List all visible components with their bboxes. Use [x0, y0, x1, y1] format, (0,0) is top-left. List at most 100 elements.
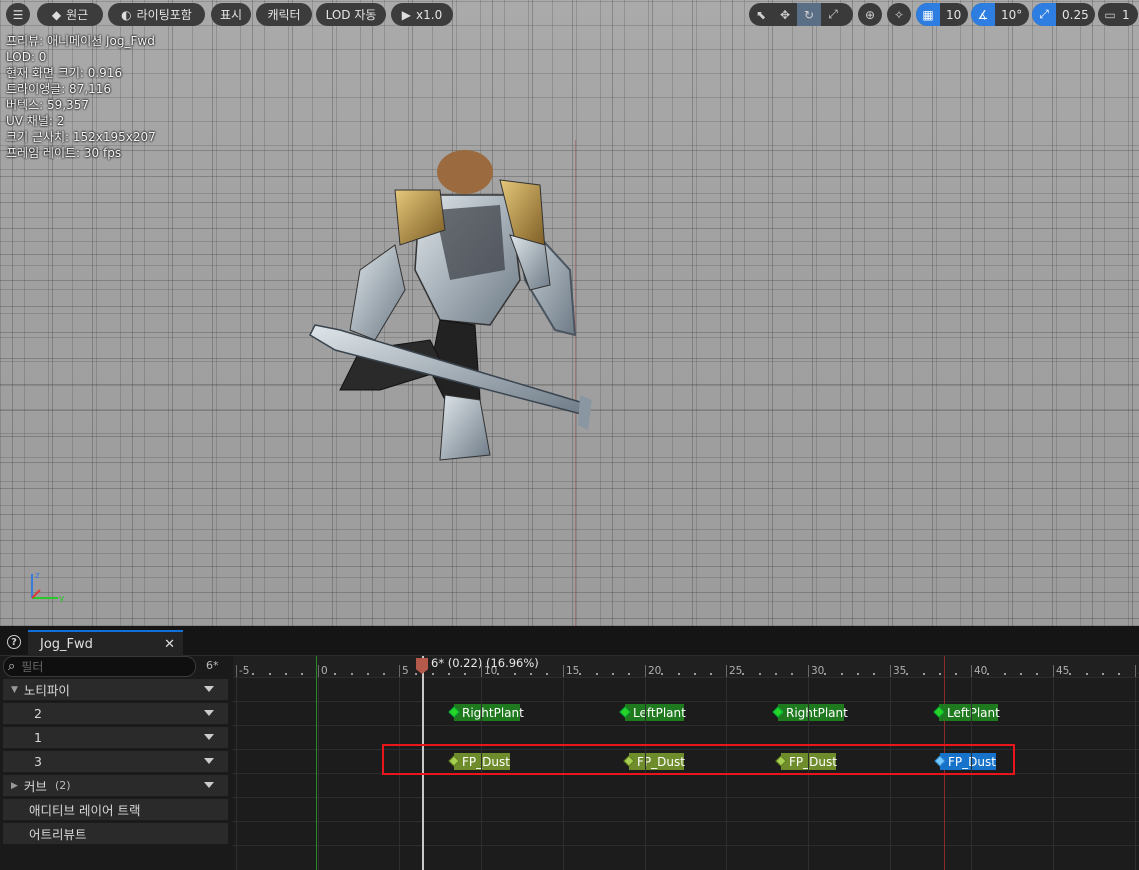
collapse-triangle-icon[interactable]: ▼: [11, 685, 18, 695]
perspective-button[interactable]: ◆ 원근: [37, 3, 103, 26]
scale-snap-control[interactable]: ⤢ 0.25: [1032, 3, 1095, 26]
ruler-tick: [890, 665, 891, 677]
ruler-tick: [1053, 665, 1054, 677]
ruler-dot: [791, 673, 793, 675]
start-marker: [316, 656, 317, 870]
ruler-tick: [1135, 665, 1136, 677]
floor-grid-line: [772, 0, 773, 626]
ruler-tick: [645, 665, 646, 677]
ruler-dot: [857, 673, 859, 675]
track-2[interactable]: 2: [3, 703, 228, 724]
axis-gizmo: z y: [31, 571, 65, 602]
tab-bar: ? Jog_Fwd ✕: [0, 626, 1139, 657]
ruler-dot: [464, 673, 466, 675]
snap-icon: ✧: [893, 7, 905, 22]
scale-tool-icon[interactable]: ⤢: [821, 3, 845, 26]
menu-button[interactable]: ☰: [6, 3, 30, 26]
chevron-down-icon[interactable]: [204, 686, 214, 692]
floor-grid-line: [932, 0, 933, 626]
camera-speed-control[interactable]: ▭ 1: [1098, 3, 1138, 26]
expand-triangle-icon[interactable]: ▶: [11, 781, 18, 791]
play-speed-button[interactable]: ▶ x1.0: [391, 3, 453, 26]
ruler-dot: [742, 673, 744, 675]
ruler-dot: [514, 673, 516, 675]
floor-grid-line: [0, 488, 1139, 489]
floor-grid-line: [612, 0, 613, 626]
lod-button[interactable]: LOD 자동: [316, 3, 386, 26]
ruler-dot: [824, 673, 826, 675]
stat-line: 프레임 레이트: 30 fps: [6, 146, 122, 160]
ruler-dot: [269, 673, 271, 675]
time-ruler[interactable]: -505101520253035404550: [233, 656, 1139, 677]
ruler-dot: [710, 673, 712, 675]
filter-input[interactable]: ⌕ 필터: [3, 656, 196, 677]
ruler-tick-label: 15: [566, 665, 580, 677]
svg-text:z: z: [35, 571, 40, 581]
ruler-dot: [497, 673, 499, 675]
ruler-dot: [678, 673, 680, 675]
tab-jog-fwd[interactable]: Jog_Fwd ✕: [28, 630, 183, 657]
floor-grid-line: [692, 0, 693, 626]
notify-leftplant[interactable]: LeftPlant: [619, 704, 686, 721]
ruler-dot: [579, 673, 581, 675]
stat-line: 버텍스: 59,357: [6, 98, 89, 112]
viewport[interactable]: ☰ ◆ 원근 ◐ 라이팅포함 표시 캐릭터 LOD 자동 ▶ x1.0 ⬉ ✥ ↻ ⤢…: [0, 0, 1139, 626]
track-3[interactable]: 3: [3, 751, 228, 772]
show-button[interactable]: 표시: [211, 3, 251, 26]
search-icon: ⌕: [8, 659, 16, 674]
ruler-tick-label: 45: [1056, 665, 1070, 677]
track-1[interactable]: 1: [3, 727, 228, 748]
ruler-dot: [432, 673, 434, 675]
stat-line: 트라이앵글: 87,116: [6, 82, 112, 96]
close-icon[interactable]: ✕: [164, 637, 175, 652]
chevron-down-icon[interactable]: [204, 734, 214, 740]
notify-leftplant[interactable]: LeftPlant: [933, 704, 1000, 721]
hamburger-icon: ☰: [12, 7, 24, 22]
track-additive-layer[interactable]: 애디티브 레이어 트랙: [3, 799, 228, 820]
ruler-dot: [923, 673, 925, 675]
globe-icon: ⊕: [864, 7, 876, 22]
track-notifies[interactable]: ▼ 노티파이: [3, 679, 228, 700]
chevron-down-icon[interactable]: [204, 782, 214, 788]
grid-snap-control[interactable]: ▦ 10: [916, 3, 968, 26]
track-attributes[interactable]: 어트리뷰트: [3, 823, 228, 844]
chevron-down-icon[interactable]: [204, 758, 214, 764]
help-icon[interactable]: ?: [7, 635, 21, 649]
floor-grid-line: [292, 0, 293, 626]
surface-snap-toggle[interactable]: ✧: [887, 3, 911, 26]
ruler-dot: [285, 673, 287, 675]
ruler-dot: [383, 673, 385, 675]
ruler-dot: [694, 673, 696, 675]
rotate-tool-icon[interactable]: ↻: [797, 3, 821, 26]
notify-rightplant[interactable]: RightPlant: [772, 704, 848, 721]
ruler-tick: [236, 665, 237, 677]
world-local-toggle[interactable]: ⊕: [858, 3, 882, 26]
ruler-dot: [612, 673, 614, 675]
timeline-grid-line: [236, 677, 237, 870]
track-curves[interactable]: ▶ 커브 (2): [3, 775, 228, 796]
floor-grid-line: [1012, 0, 1013, 626]
rotation-snap-control[interactable]: ∡ 10°: [971, 3, 1029, 26]
select-tool-icon[interactable]: ⬉: [749, 3, 773, 26]
timeline-lane: [233, 773, 1139, 797]
floor-grid-line: [852, 0, 853, 626]
floor-grid-line: [252, 0, 253, 626]
floor-grid-line: [892, 0, 893, 626]
ruler-tick-label: 30: [811, 665, 825, 677]
character-button[interactable]: 캐릭터: [256, 3, 312, 26]
ruler-tick-label: 25: [729, 665, 743, 677]
ruler-dot: [987, 673, 989, 675]
lighting-button[interactable]: ◐ 라이팅포함: [108, 3, 205, 26]
stat-line: UV 채널: 2: [6, 114, 65, 128]
ruler-dot: [252, 673, 254, 675]
move-tool-icon[interactable]: ✥: [773, 3, 797, 26]
ruler-dot: [530, 673, 532, 675]
ruler-dot: [759, 673, 761, 675]
chevron-down-icon[interactable]: [204, 710, 214, 716]
floor-grid-line: [0, 514, 1139, 515]
ruler-tick: [563, 665, 564, 677]
ruler-dot: [448, 673, 450, 675]
ruler-dot: [367, 673, 369, 675]
ruler-dot: [596, 673, 598, 675]
notify-rightplant[interactable]: RightPlant: [448, 704, 524, 721]
